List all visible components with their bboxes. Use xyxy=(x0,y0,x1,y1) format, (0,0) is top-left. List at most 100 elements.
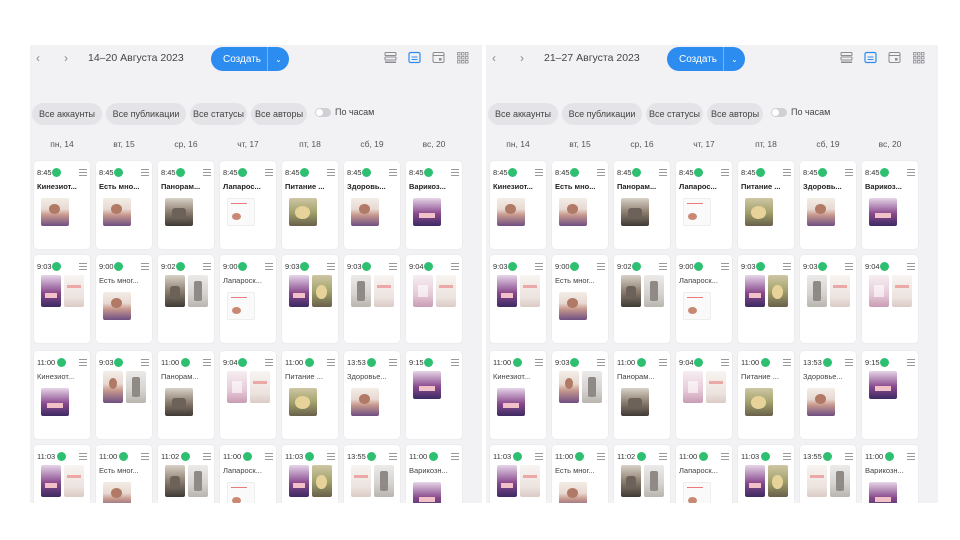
menu-icon[interactable] xyxy=(327,453,335,460)
post-thumbnail[interactable] xyxy=(41,275,61,307)
post-thumbnail[interactable] xyxy=(374,465,394,497)
post-thumbnail[interactable] xyxy=(807,388,835,416)
post-thumbnail[interactable] xyxy=(312,275,332,307)
menu-icon[interactable] xyxy=(721,359,729,366)
post-card[interactable]: 11:00 Питание ... xyxy=(282,351,338,439)
post-card[interactable]: 8:45 Панорам... xyxy=(158,161,214,249)
post-thumbnail[interactable] xyxy=(413,198,441,226)
post-thumbnail[interactable] xyxy=(706,371,726,403)
grid-view-icon[interactable] xyxy=(912,51,925,64)
menu-icon[interactable] xyxy=(451,169,459,176)
post-thumbnail[interactable] xyxy=(644,465,664,497)
filter-chip[interactable]: Все аккаунты xyxy=(488,103,558,125)
post-card[interactable]: 11:00 Есть мног... xyxy=(96,445,152,503)
post-card[interactable]: 9:00 Лапароск... xyxy=(676,255,732,343)
filter-chip[interactable]: Все авторы xyxy=(251,103,307,125)
menu-icon[interactable] xyxy=(265,453,273,460)
menu-icon[interactable] xyxy=(389,359,397,366)
post-card[interactable]: 9:03 xyxy=(344,255,400,343)
post-thumbnail[interactable] xyxy=(413,371,441,399)
menu-icon[interactable] xyxy=(203,263,211,270)
filter-chip[interactable]: Все статусы xyxy=(646,103,703,125)
menu-icon[interactable] xyxy=(451,263,459,270)
menu-icon[interactable] xyxy=(535,263,543,270)
post-thumbnail[interactable] xyxy=(64,275,84,307)
menu-icon[interactable] xyxy=(265,263,273,270)
post-card[interactable]: 9:15 xyxy=(406,351,462,439)
post-card[interactable]: 9:03 xyxy=(552,351,608,439)
menu-icon[interactable] xyxy=(659,169,667,176)
post-thumbnail[interactable] xyxy=(745,275,765,307)
post-card[interactable]: 9:04 xyxy=(406,255,462,343)
post-card[interactable]: 9:02 xyxy=(158,255,214,343)
post-thumbnail[interactable] xyxy=(289,465,309,497)
menu-icon[interactable] xyxy=(597,263,605,270)
menu-icon[interactable] xyxy=(389,453,397,460)
menu-icon[interactable] xyxy=(721,169,729,176)
chevron-right-icon[interactable]: › xyxy=(64,51,68,65)
filter-chip[interactable]: Все статусы xyxy=(190,103,247,125)
post-thumbnail[interactable] xyxy=(165,198,193,226)
post-card[interactable]: 8:45 Питание ... xyxy=(738,161,794,249)
post-thumbnail[interactable] xyxy=(227,482,255,503)
post-card[interactable]: 11:00 Питание ... xyxy=(738,351,794,439)
post-thumbnail[interactable] xyxy=(768,275,788,307)
chevron-down-icon[interactable]: ⌄ xyxy=(723,47,745,71)
post-thumbnail[interactable] xyxy=(807,275,827,307)
post-thumbnail[interactable] xyxy=(520,465,540,497)
menu-icon[interactable] xyxy=(327,263,335,270)
toggle-switch[interactable] xyxy=(315,107,331,117)
menu-icon[interactable] xyxy=(783,263,791,270)
post-card[interactable]: 9:03 xyxy=(738,255,794,343)
post-thumbnail[interactable] xyxy=(892,275,912,307)
post-card[interactable]: 13:55 xyxy=(344,445,400,503)
post-thumbnail[interactable] xyxy=(289,388,317,416)
post-thumbnail[interactable] xyxy=(165,465,185,497)
post-thumbnail[interactable] xyxy=(582,371,602,403)
post-card[interactable]: 11:03 xyxy=(738,445,794,503)
filter-chip[interactable]: Все авторы xyxy=(707,103,763,125)
post-card[interactable]: 9:03 xyxy=(96,351,152,439)
menu-icon[interactable] xyxy=(659,263,667,270)
post-thumbnail[interactable] xyxy=(869,275,889,307)
chevron-left-icon[interactable]: ‹ xyxy=(492,51,496,65)
post-thumbnail[interactable] xyxy=(683,371,703,403)
post-thumbnail[interactable] xyxy=(745,465,765,497)
post-card[interactable]: 9:03 xyxy=(282,255,338,343)
post-card[interactable]: 8:45 Кинезиот... xyxy=(34,161,90,249)
chevron-down-icon[interactable]: ⌄ xyxy=(267,47,289,71)
menu-icon[interactable] xyxy=(535,169,543,176)
filter-chip[interactable]: Все публикации xyxy=(106,103,186,125)
post-thumbnail[interactable] xyxy=(165,275,185,307)
menu-icon[interactable] xyxy=(659,359,667,366)
post-card[interactable]: 8:45 Лапарос... xyxy=(676,161,732,249)
post-card[interactable]: 11:02 xyxy=(614,445,670,503)
post-thumbnail[interactable] xyxy=(869,482,897,503)
post-thumbnail[interactable] xyxy=(103,198,131,226)
menu-icon[interactable] xyxy=(203,359,211,366)
post-thumbnail[interactable] xyxy=(745,198,773,226)
menu-icon[interactable] xyxy=(783,359,791,366)
post-thumbnail[interactable] xyxy=(621,198,649,226)
post-card[interactable]: 8:45 Есть мно... xyxy=(96,161,152,249)
post-thumbnail[interactable] xyxy=(126,371,146,403)
list-view-icon[interactable] xyxy=(384,51,397,64)
post-thumbnail[interactable] xyxy=(830,275,850,307)
post-card[interactable]: 11:00 Кинезиот... xyxy=(490,351,546,439)
menu-icon[interactable] xyxy=(203,169,211,176)
menu-icon[interactable] xyxy=(265,169,273,176)
menu-icon[interactable] xyxy=(659,453,667,460)
post-card[interactable]: 11:00 Варикозн... xyxy=(406,445,462,503)
week-view-icon[interactable] xyxy=(864,51,877,64)
post-thumbnail[interactable] xyxy=(683,198,711,226)
post-card[interactable]: 8:45 Здоровь... xyxy=(344,161,400,249)
post-thumbnail[interactable] xyxy=(41,198,69,226)
menu-icon[interactable] xyxy=(597,169,605,176)
menu-icon[interactable] xyxy=(327,359,335,366)
post-thumbnail[interactable] xyxy=(227,198,255,226)
post-thumbnail[interactable] xyxy=(351,388,379,416)
post-card[interactable]: 9:00 Есть мног... xyxy=(96,255,152,343)
menu-icon[interactable] xyxy=(451,359,459,366)
post-card[interactable]: 11:00 Панорам... xyxy=(158,351,214,439)
post-card[interactable]: 11:00 Панорам... xyxy=(614,351,670,439)
